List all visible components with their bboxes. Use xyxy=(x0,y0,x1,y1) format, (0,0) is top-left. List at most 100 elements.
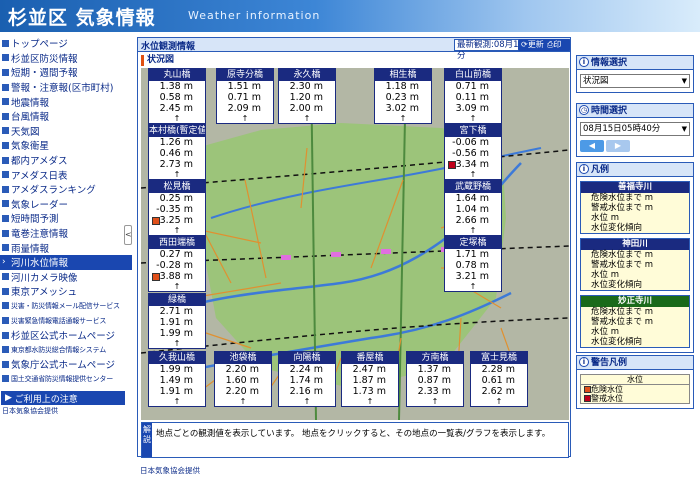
sidebar-item[interactable]: 雨量情報 xyxy=(0,240,132,255)
station-box[interactable]: 宮下橋 -0.06 m -0.56 m 3.34 m ↑ xyxy=(444,124,502,180)
station-value: 1.73 m xyxy=(352,386,386,397)
time-prev-button[interactable]: ◀ xyxy=(580,140,604,152)
station-name: 丸山橋 xyxy=(149,69,205,81)
info-circle-icon: i xyxy=(579,164,589,174)
sidebar-item-label: 竜巻注意情報 xyxy=(11,229,69,241)
station-box[interactable]: 富士見橋 2.28 m 0.61 m 2.62 m ↑ xyxy=(470,351,528,407)
station-name: 西田端橋 xyxy=(149,237,205,249)
sidebar-item-label: 河川水位情報 xyxy=(11,258,69,270)
station-value: 1.99 m xyxy=(159,328,193,339)
station-box[interactable]: 相生橋 1.18 m 0.23 m 3.02 m ↑ xyxy=(374,68,432,124)
river-map[interactable]: 20 丸山橋1.38 m0.58 m2.45 m↑原寺分橋1.51 m0.71 … xyxy=(141,68,569,420)
bullet-icon xyxy=(2,54,9,62)
info-select-dropdown[interactable]: 状況図 ▼ xyxy=(580,74,690,88)
station-value: 1.49 m xyxy=(159,375,193,386)
legend-line: 危険水位まで m xyxy=(591,250,653,260)
station-value: 0.71 m xyxy=(455,81,489,92)
station-box[interactable]: 本村橋(暫定値) 1.26 m 0.46 m 2.73 m ↑ xyxy=(148,124,206,180)
notice-button[interactable]: ▶ ご利用上の注意 xyxy=(1,391,125,406)
legend-group: 善福寺川 危険水位まで m 警戒水位まで m 水位 m 水位変化傾向 xyxy=(580,181,690,234)
sidebar-item[interactable]: › 河川水位情報 xyxy=(0,254,132,270)
station-box[interactable]: 松見橋 0.25 m -0.35 m 3.25 m ↑ xyxy=(148,180,206,236)
station-value: 1.74 m xyxy=(289,375,323,386)
station-box[interactable]: 武蔵野橋 1.64 m 1.04 m 2.66 m ↑ xyxy=(444,180,502,236)
station-box[interactable]: 丸山橋 1.38 m 0.58 m 2.45 m ↑ xyxy=(148,68,206,124)
sidebar-item[interactable]: 気象庁公式ホームページ xyxy=(0,357,132,372)
bullet-icon xyxy=(2,98,9,106)
sidebar-item-label: 災害緊急情報電話通報サービス xyxy=(11,316,107,325)
sidebar-item-label: 気象衛星 xyxy=(11,141,50,153)
sidebar-item[interactable]: 国土交通省防災情報提供センター xyxy=(0,372,132,387)
sidebar-item[interactable]: 竜巻注意情報 xyxy=(0,226,132,241)
warning-legend-warning: 警戒水位 xyxy=(581,394,689,403)
station-name: 緑橋 xyxy=(149,294,205,306)
station-value: 2.73 m xyxy=(159,159,193,170)
sidebar-item[interactable]: 東京都水防災総合情報システム xyxy=(0,342,132,357)
station-box[interactable]: 緑橋 2.71 m 1.91 m 1.99 m ↑ xyxy=(148,293,206,349)
station-box[interactable]: 方南橋 1.37 m 0.87 m 2.33 m ↑ xyxy=(406,351,464,407)
sidebar-item[interactable]: 短期・週間予報 xyxy=(0,65,132,80)
refresh-button[interactable]: ⟳更新 xyxy=(518,39,547,51)
sidebar-item[interactable]: 天気図 xyxy=(0,124,132,139)
station-value: -0.28 m xyxy=(156,260,193,271)
sidebar-item[interactable]: 災害緊急情報電話通報サービス xyxy=(0,313,132,328)
sidebar-item[interactable]: アメダス日表 xyxy=(0,167,132,182)
station-box[interactable]: 永久橋 2.30 m 1.20 m 2.00 m ↑ xyxy=(278,68,336,124)
station-value: 2.09 m xyxy=(227,103,261,114)
station-value: 0.78 m xyxy=(455,260,489,271)
print-button[interactable]: ⎙印刷 xyxy=(544,39,570,61)
time-next-button[interactable]: ▶ xyxy=(606,140,630,152)
sidebar-item[interactable]: 気象レーダー xyxy=(0,197,132,212)
station-value: 0.27 m xyxy=(159,249,193,260)
sidebar-item[interactable]: 杉並区防災情報 xyxy=(0,51,132,66)
trend-arrow-icon: ↑ xyxy=(495,397,503,406)
sidebar-item[interactable]: 気象衛星 xyxy=(0,138,132,153)
sidebar-item[interactable]: 河川カメラ映像 xyxy=(0,270,132,285)
trend-arrow-icon: ↑ xyxy=(431,397,439,406)
sidebar-item[interactable]: トップページ xyxy=(0,36,132,51)
station-name: 久我山橋 xyxy=(149,352,205,364)
station-value: 2.16 m xyxy=(289,386,323,397)
info-circle-icon: i xyxy=(579,57,589,67)
collapse-sidebar-button[interactable]: < xyxy=(124,225,132,245)
sidebar-item[interactable]: 警報・注意報(区市町村) xyxy=(0,80,132,95)
sidebar-item[interactable]: 台風情報 xyxy=(0,109,132,124)
station-value: 2.30 m xyxy=(289,81,323,92)
sidebar-item[interactable]: 地震情報 xyxy=(0,94,132,109)
station-value: 1.20 m xyxy=(289,92,323,103)
warning-legend-box: i 警告凡例 水位 危険水位 警戒水位 xyxy=(576,355,694,409)
station-name: 松見橋 xyxy=(149,181,205,193)
station-value: 2.45 m xyxy=(159,103,193,114)
station-value: 1.38 m xyxy=(159,81,193,92)
sidebar-item-label: 地震情報 xyxy=(11,97,50,109)
legend-line: 警戒水位まで m xyxy=(591,203,653,213)
station-box[interactable]: 池袋橋 2.20 m 1.60 m 2.20 m ↑ xyxy=(214,351,272,407)
station-box[interactable]: 定塚橋 1.71 m 0.78 m 3.21 m ↑ xyxy=(444,236,502,292)
time-select-dropdown[interactable]: 08月15日05時40分 ▼ xyxy=(580,122,690,136)
station-value: 0.25 m xyxy=(159,193,193,204)
station-name: 本村橋(暫定値) xyxy=(149,125,205,137)
station-box[interactable]: 白山前橋 0.71 m 0.11 m 3.09 m ↑ xyxy=(444,68,502,124)
station-value: 0.58 m xyxy=(159,92,193,103)
station-box[interactable]: 番屋橋 2.47 m 1.87 m 1.73 m ↑ xyxy=(341,351,399,407)
station-box[interactable]: 向陽橋 2.24 m 1.74 m 2.16 m ↑ xyxy=(278,351,336,407)
sidebar-item[interactable]: 都内アメダス xyxy=(0,153,132,168)
sidebar-item-label: アメダス日表 xyxy=(11,170,68,182)
bullet-icon xyxy=(2,375,9,383)
sidebar-item[interactable]: アメダスランキング xyxy=(0,182,132,197)
legend-title: 凡例 xyxy=(591,165,610,175)
station-name: 原寺分橋 xyxy=(217,69,273,81)
legend-header: i 凡例 xyxy=(577,163,693,177)
sidebar-item[interactable]: 杉並区公式ホームページ xyxy=(0,328,132,343)
station-box[interactable]: 久我山橋 1.99 m 1.49 m 1.91 m ↑ xyxy=(148,351,206,407)
sidebar-item[interactable]: 災害・防災情報メール配信サービス xyxy=(0,299,132,314)
legend-box: i 凡例 善福寺川 危険水位まで m 警戒水位まで m 水位 m 水位変化傾向 神田川 危険水… xyxy=(576,162,694,353)
trend-arrow-icon: ↑ xyxy=(469,170,477,179)
station-box[interactable]: 原寺分橋 1.51 m 0.71 m 2.09 m ↑ xyxy=(216,68,274,124)
sidebar-item[interactable]: 東京アメッシュ xyxy=(0,284,132,299)
sidebar-item-label: 杉並区公式ホームページ xyxy=(11,331,116,343)
sidebar-item[interactable]: 短時間予測 xyxy=(0,211,132,226)
station-box[interactable]: 西田端橋 0.27 m -0.28 m 3.88 m ↑ xyxy=(148,236,206,292)
station-value: -0.35 m xyxy=(156,204,193,215)
station-value: 1.04 m xyxy=(455,204,489,215)
